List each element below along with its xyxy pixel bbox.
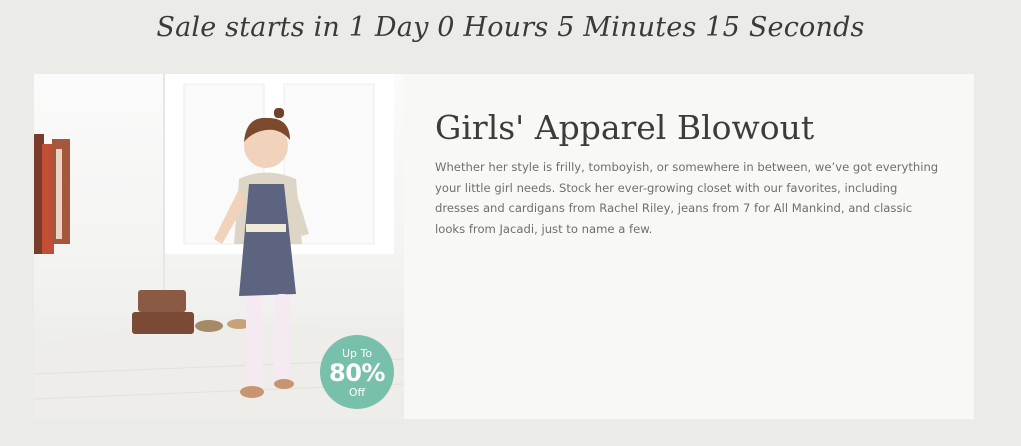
discount-badge: Up To 80% Off	[320, 335, 394, 409]
sale-countdown: Sale starts in 1 Day 0 Hours 5 Minutes 1…	[156, 12, 865, 43]
badge-off-text: Off	[348, 386, 366, 399]
sale-event-card[interactable]: Up To 80% Off Girls' Apparel Blowout Whe…	[34, 74, 974, 419]
sale-event-image[interactable]: Up To 80% Off	[34, 74, 404, 419]
badge-percent-text: 80%	[329, 359, 385, 387]
sale-title[interactable]: Girls' Apparel Blowout	[435, 108, 814, 147]
sale-description: Whether her style is frilly, tomboyish, …	[435, 160, 939, 236]
